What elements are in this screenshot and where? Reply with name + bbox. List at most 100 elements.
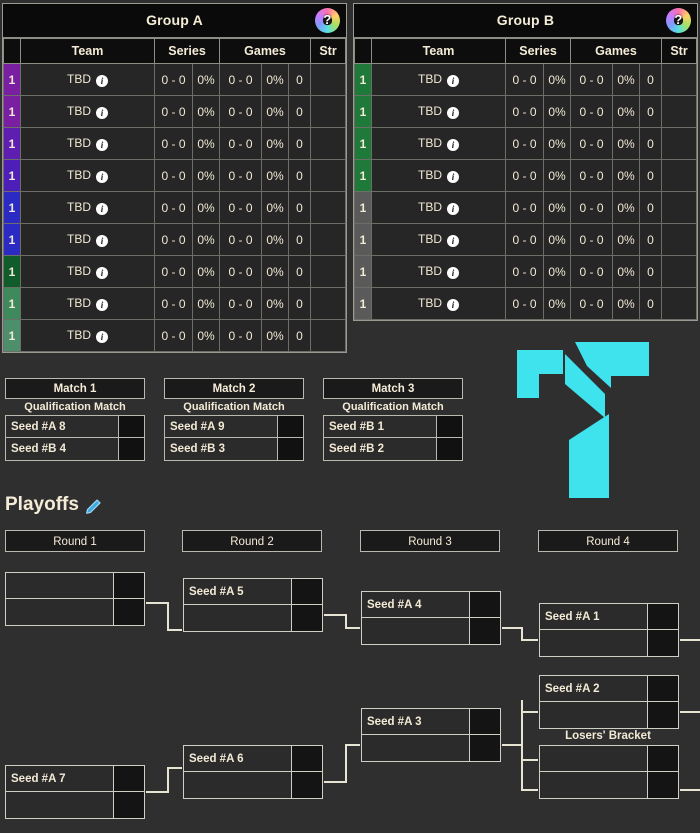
match-team-row[interactable] [6, 599, 144, 625]
bracket-match[interactable]: Seed #A 7 [5, 765, 145, 819]
team-cell[interactable]: TBD i [20, 319, 155, 352]
table-row[interactable]: 1 TBD i 0 - 0 0% 0 - 0 0% 0 [3, 319, 346, 352]
group-b-title-text: Group B [496, 12, 555, 28]
table-row[interactable]: 1 TBD i 0 - 0 0% 0 - 0 0% 0 [354, 191, 697, 224]
tab-round-2[interactable]: Round 2 [182, 530, 322, 552]
match-team-row[interactable]: Seed #A 3 [362, 709, 500, 735]
info-icon[interactable]: i [96, 331, 108, 343]
table-row[interactable]: 1 TBD i 0 - 0 0% 0 - 0 0% 0 [354, 159, 697, 192]
team-cell[interactable]: TBD i [20, 255, 155, 288]
qual-team-row[interactable]: Seed #A 9 [165, 416, 303, 438]
info-icon[interactable]: i [447, 171, 459, 183]
info-icon[interactable]: i [96, 267, 108, 279]
bracket-match[interactable]: Seed #A 4 [361, 591, 501, 645]
bracket-match[interactable]: Seed #A 5 [183, 578, 323, 632]
team-cell[interactable]: TBD i [371, 223, 506, 256]
table-row[interactable]: 1 TBD i 0 - 0 0% 0 - 0 0% 0 [354, 63, 697, 96]
info-icon[interactable]: i [96, 171, 108, 183]
table-row[interactable]: 1 TBD i 0 - 0 0% 0 - 0 0% 0 [3, 159, 346, 192]
team-cell[interactable]: TBD i [20, 95, 155, 128]
bracket-match[interactable] [5, 572, 145, 626]
info-icon[interactable]: i [96, 203, 108, 215]
table-row[interactable]: 1 TBD i 0 - 0 0% 0 - 0 0% 0 [3, 287, 346, 320]
table-row[interactable]: 1 TBD i 0 - 0 0% 0 - 0 0% 0 [3, 223, 346, 256]
team-cell[interactable]: TBD i [20, 63, 155, 96]
match-team-row[interactable] [540, 702, 678, 728]
info-icon[interactable]: i [96, 75, 108, 87]
match-team-row[interactable]: Seed #A 1 [540, 604, 678, 630]
bracket-match[interactable]: Seed #A 2 [539, 675, 679, 729]
match-team-row[interactable]: Seed #A 2 [540, 676, 678, 702]
match-team-row[interactable] [540, 630, 678, 656]
pencil-edit-icon[interactable] [84, 498, 102, 516]
match-team-name [184, 772, 291, 798]
match-team-row[interactable] [540, 772, 678, 798]
tab-round-1[interactable]: Round 1 [5, 530, 145, 552]
match-team-row[interactable] [184, 772, 322, 798]
table-row[interactable]: 1 TBD i 0 - 0 0% 0 - 0 0% 0 [3, 191, 346, 224]
info-icon[interactable]: i [447, 203, 459, 215]
match-team-row[interactable] [362, 618, 500, 644]
help-icon[interactable]: ? [315, 8, 340, 33]
info-icon[interactable]: i [447, 107, 459, 119]
match-team-row[interactable]: Seed #A 5 [184, 579, 322, 605]
tab-round-3[interactable]: Round 3 [360, 530, 500, 552]
help-icon[interactable]: ? [666, 8, 691, 33]
info-icon[interactable]: i [447, 267, 459, 279]
bracket-match[interactable] [539, 745, 679, 799]
match-team-row[interactable]: Seed #A 4 [362, 592, 500, 618]
table-row[interactable]: 1 TBD i 0 - 0 0% 0 - 0 0% 0 [354, 95, 697, 128]
info-icon[interactable]: i [447, 235, 459, 247]
bracket-match[interactable]: Seed #A 6 [183, 745, 323, 799]
qual-team-row[interactable]: Seed #B 3 [165, 438, 303, 460]
info-icon[interactable]: i [96, 235, 108, 247]
team-cell[interactable]: TBD i [371, 191, 506, 224]
qual-team-row[interactable]: Seed #B 4 [6, 438, 144, 460]
team-cell[interactable]: TBD i [371, 287, 506, 320]
match-team-row[interactable] [184, 605, 322, 631]
info-icon[interactable]: i [96, 139, 108, 151]
team-cell[interactable]: TBD i [20, 223, 155, 256]
qual-match-title[interactable]: Match 1 [5, 378, 145, 399]
games-diff: 0 [639, 287, 662, 320]
team-cell[interactable]: TBD i [371, 159, 506, 192]
info-icon[interactable]: i [96, 299, 108, 311]
table-row[interactable]: 1 TBD i 0 - 0 0% 0 - 0 0% 0 [3, 127, 346, 160]
info-icon[interactable]: i [447, 139, 459, 151]
bracket-match[interactable]: Seed #A 1 [539, 603, 679, 657]
match-team-row[interactable]: Seed #A 6 [184, 746, 322, 772]
qual-team-row[interactable]: Seed #A 8 [6, 416, 144, 438]
team-cell[interactable]: TBD i [20, 191, 155, 224]
table-row[interactable]: 1 TBD i 0 - 0 0% 0 - 0 0% 0 [354, 255, 697, 288]
table-row[interactable]: 1 TBD i 0 - 0 0% 0 - 0 0% 0 [354, 127, 697, 160]
team-cell[interactable]: TBD i [20, 127, 155, 160]
team-cell[interactable]: TBD i [20, 159, 155, 192]
team-cell[interactable]: TBD i [371, 63, 506, 96]
team-cell[interactable]: TBD i [371, 255, 506, 288]
match-team-row[interactable]: Seed #A 7 [6, 766, 144, 792]
bracket-match[interactable]: Seed #A 3 [361, 708, 501, 762]
table-row[interactable]: 1 TBD i 0 - 0 0% 0 - 0 0% 0 [3, 255, 346, 288]
info-icon[interactable]: i [447, 75, 459, 87]
table-row[interactable]: 1 TBD i 0 - 0 0% 0 - 0 0% 0 [3, 95, 346, 128]
match-team-row[interactable] [6, 573, 144, 599]
tab-round-4[interactable]: Round 4 [538, 530, 678, 552]
info-icon[interactable]: i [96, 107, 108, 119]
qual-team-row[interactable]: Seed #B 2 [324, 438, 462, 460]
table-row[interactable]: 1 TBD i 0 - 0 0% 0 - 0 0% 0 [3, 63, 346, 96]
qual-match-title[interactable]: Match 3 [323, 378, 463, 399]
info-icon[interactable]: i [447, 299, 459, 311]
games-record: 0 - 0 [219, 159, 262, 192]
team-cell[interactable]: TBD i [371, 95, 506, 128]
team-cell[interactable]: TBD i [20, 287, 155, 320]
table-row[interactable]: 1 TBD i 0 - 0 0% 0 - 0 0% 0 [354, 287, 697, 320]
match-team-row[interactable] [6, 792, 144, 818]
qual-match-title[interactable]: Match 2 [164, 378, 304, 399]
team-cell[interactable]: TBD i [371, 127, 506, 160]
qual-team-row[interactable]: Seed #B 1 [324, 416, 462, 438]
match-team-row[interactable] [540, 746, 678, 772]
match-team-name [184, 605, 291, 631]
match-team-row[interactable] [362, 735, 500, 761]
table-row[interactable]: 1 TBD i 0 - 0 0% 0 - 0 0% 0 [354, 223, 697, 256]
qual-team-name: Seed #B 2 [324, 438, 436, 460]
